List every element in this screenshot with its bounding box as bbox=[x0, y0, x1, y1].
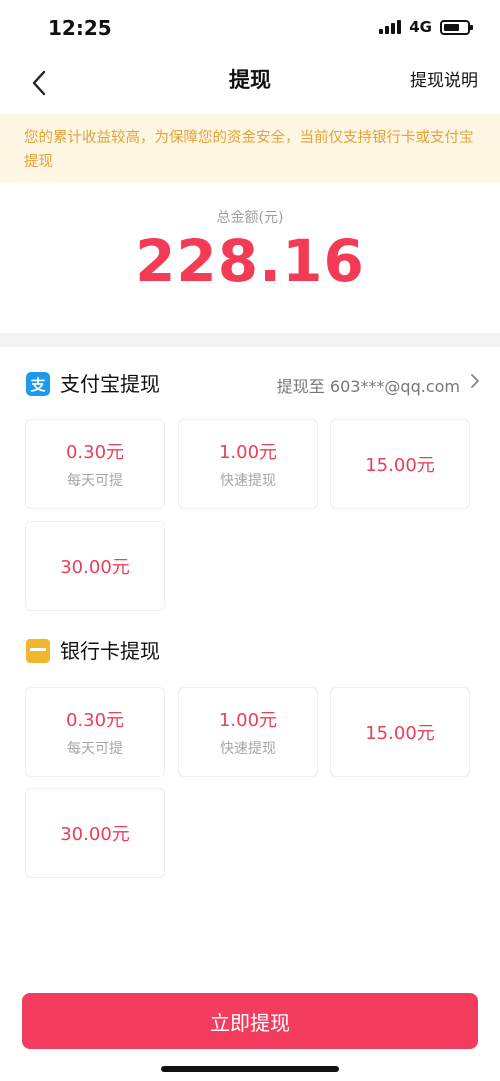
bank-section-title: 银行卡提现 bbox=[60, 639, 160, 663]
home-indicator bbox=[161, 1066, 339, 1072]
option-amount: 15.00元 bbox=[365, 723, 435, 744]
alipay-section-header[interactable]: 支 支付宝提现 提现至 603***@qq.com bbox=[0, 365, 500, 401]
bank-option-0-30[interactable]: 0.30元 每天可提 bbox=[25, 687, 165, 777]
back-button[interactable] bbox=[22, 66, 56, 100]
option-amount: 0.30元 bbox=[65, 442, 125, 463]
option-note: 快速提现 bbox=[220, 741, 276, 757]
withdraw-info-link[interactable]: 提现说明 bbox=[410, 66, 478, 91]
withdraw-now-button[interactable]: 立即提现 bbox=[22, 993, 478, 1049]
status-time: 12:25 bbox=[48, 16, 112, 40]
alipay-icon: 支 bbox=[26, 372, 50, 396]
battery-icon bbox=[440, 19, 473, 35]
option-amount: 30.00元 bbox=[60, 557, 130, 578]
alipay-option-0-30[interactable]: 0.30元 每天可提 bbox=[25, 419, 165, 509]
bank-section-header: 银行卡提现 bbox=[0, 632, 500, 668]
alipay-destination[interactable]: 提现至 603***@qq.com bbox=[277, 373, 460, 397]
option-note: 每天可提 bbox=[67, 473, 123, 489]
option-note: 快速提现 bbox=[220, 473, 276, 489]
balance-amount: 228.16 bbox=[135, 227, 365, 295]
status-indicators: 4G bbox=[379, 18, 473, 36]
balance-panel: 总金额(元) 228.16 bbox=[0, 183, 500, 333]
nav-bar: 提现 提现说明 bbox=[0, 56, 500, 114]
security-notice: 您的累计收益较高，为保障您的资金安全，当前仅支持银行卡或支付宝提现 bbox=[0, 114, 500, 183]
bank-option-30-00[interactable]: 30.00元 bbox=[25, 788, 165, 878]
option-amount: 1.00元 bbox=[218, 442, 278, 463]
option-amount: 30.00元 bbox=[60, 824, 130, 845]
balance-label: 总金额(元) bbox=[216, 210, 284, 226]
option-amount: 1.00元 bbox=[218, 710, 278, 731]
chevron-left-icon bbox=[32, 70, 46, 96]
section-divider bbox=[0, 333, 500, 347]
alipay-option-30-00[interactable]: 30.00元 bbox=[25, 521, 165, 611]
bank-option-15-00[interactable]: 15.00元 bbox=[330, 687, 470, 777]
alipay-option-15-00[interactable]: 15.00元 bbox=[330, 419, 470, 509]
network-type: 4G bbox=[409, 18, 432, 36]
status-bar: 12:25 4G bbox=[0, 0, 500, 56]
option-amount: 0.30元 bbox=[65, 710, 125, 731]
signal-icon bbox=[379, 20, 402, 34]
option-amount: 15.00元 bbox=[365, 455, 435, 476]
bank-option-1-00[interactable]: 1.00元 快速提现 bbox=[178, 687, 318, 777]
chevron-right-icon[interactable] bbox=[470, 373, 480, 394]
option-note: 每天可提 bbox=[67, 741, 123, 757]
alipay-section-title: 支付宝提现 bbox=[60, 372, 160, 396]
alipay-option-1-00[interactable]: 1.00元 快速提现 bbox=[178, 419, 318, 509]
bank-card-icon bbox=[26, 639, 50, 663]
